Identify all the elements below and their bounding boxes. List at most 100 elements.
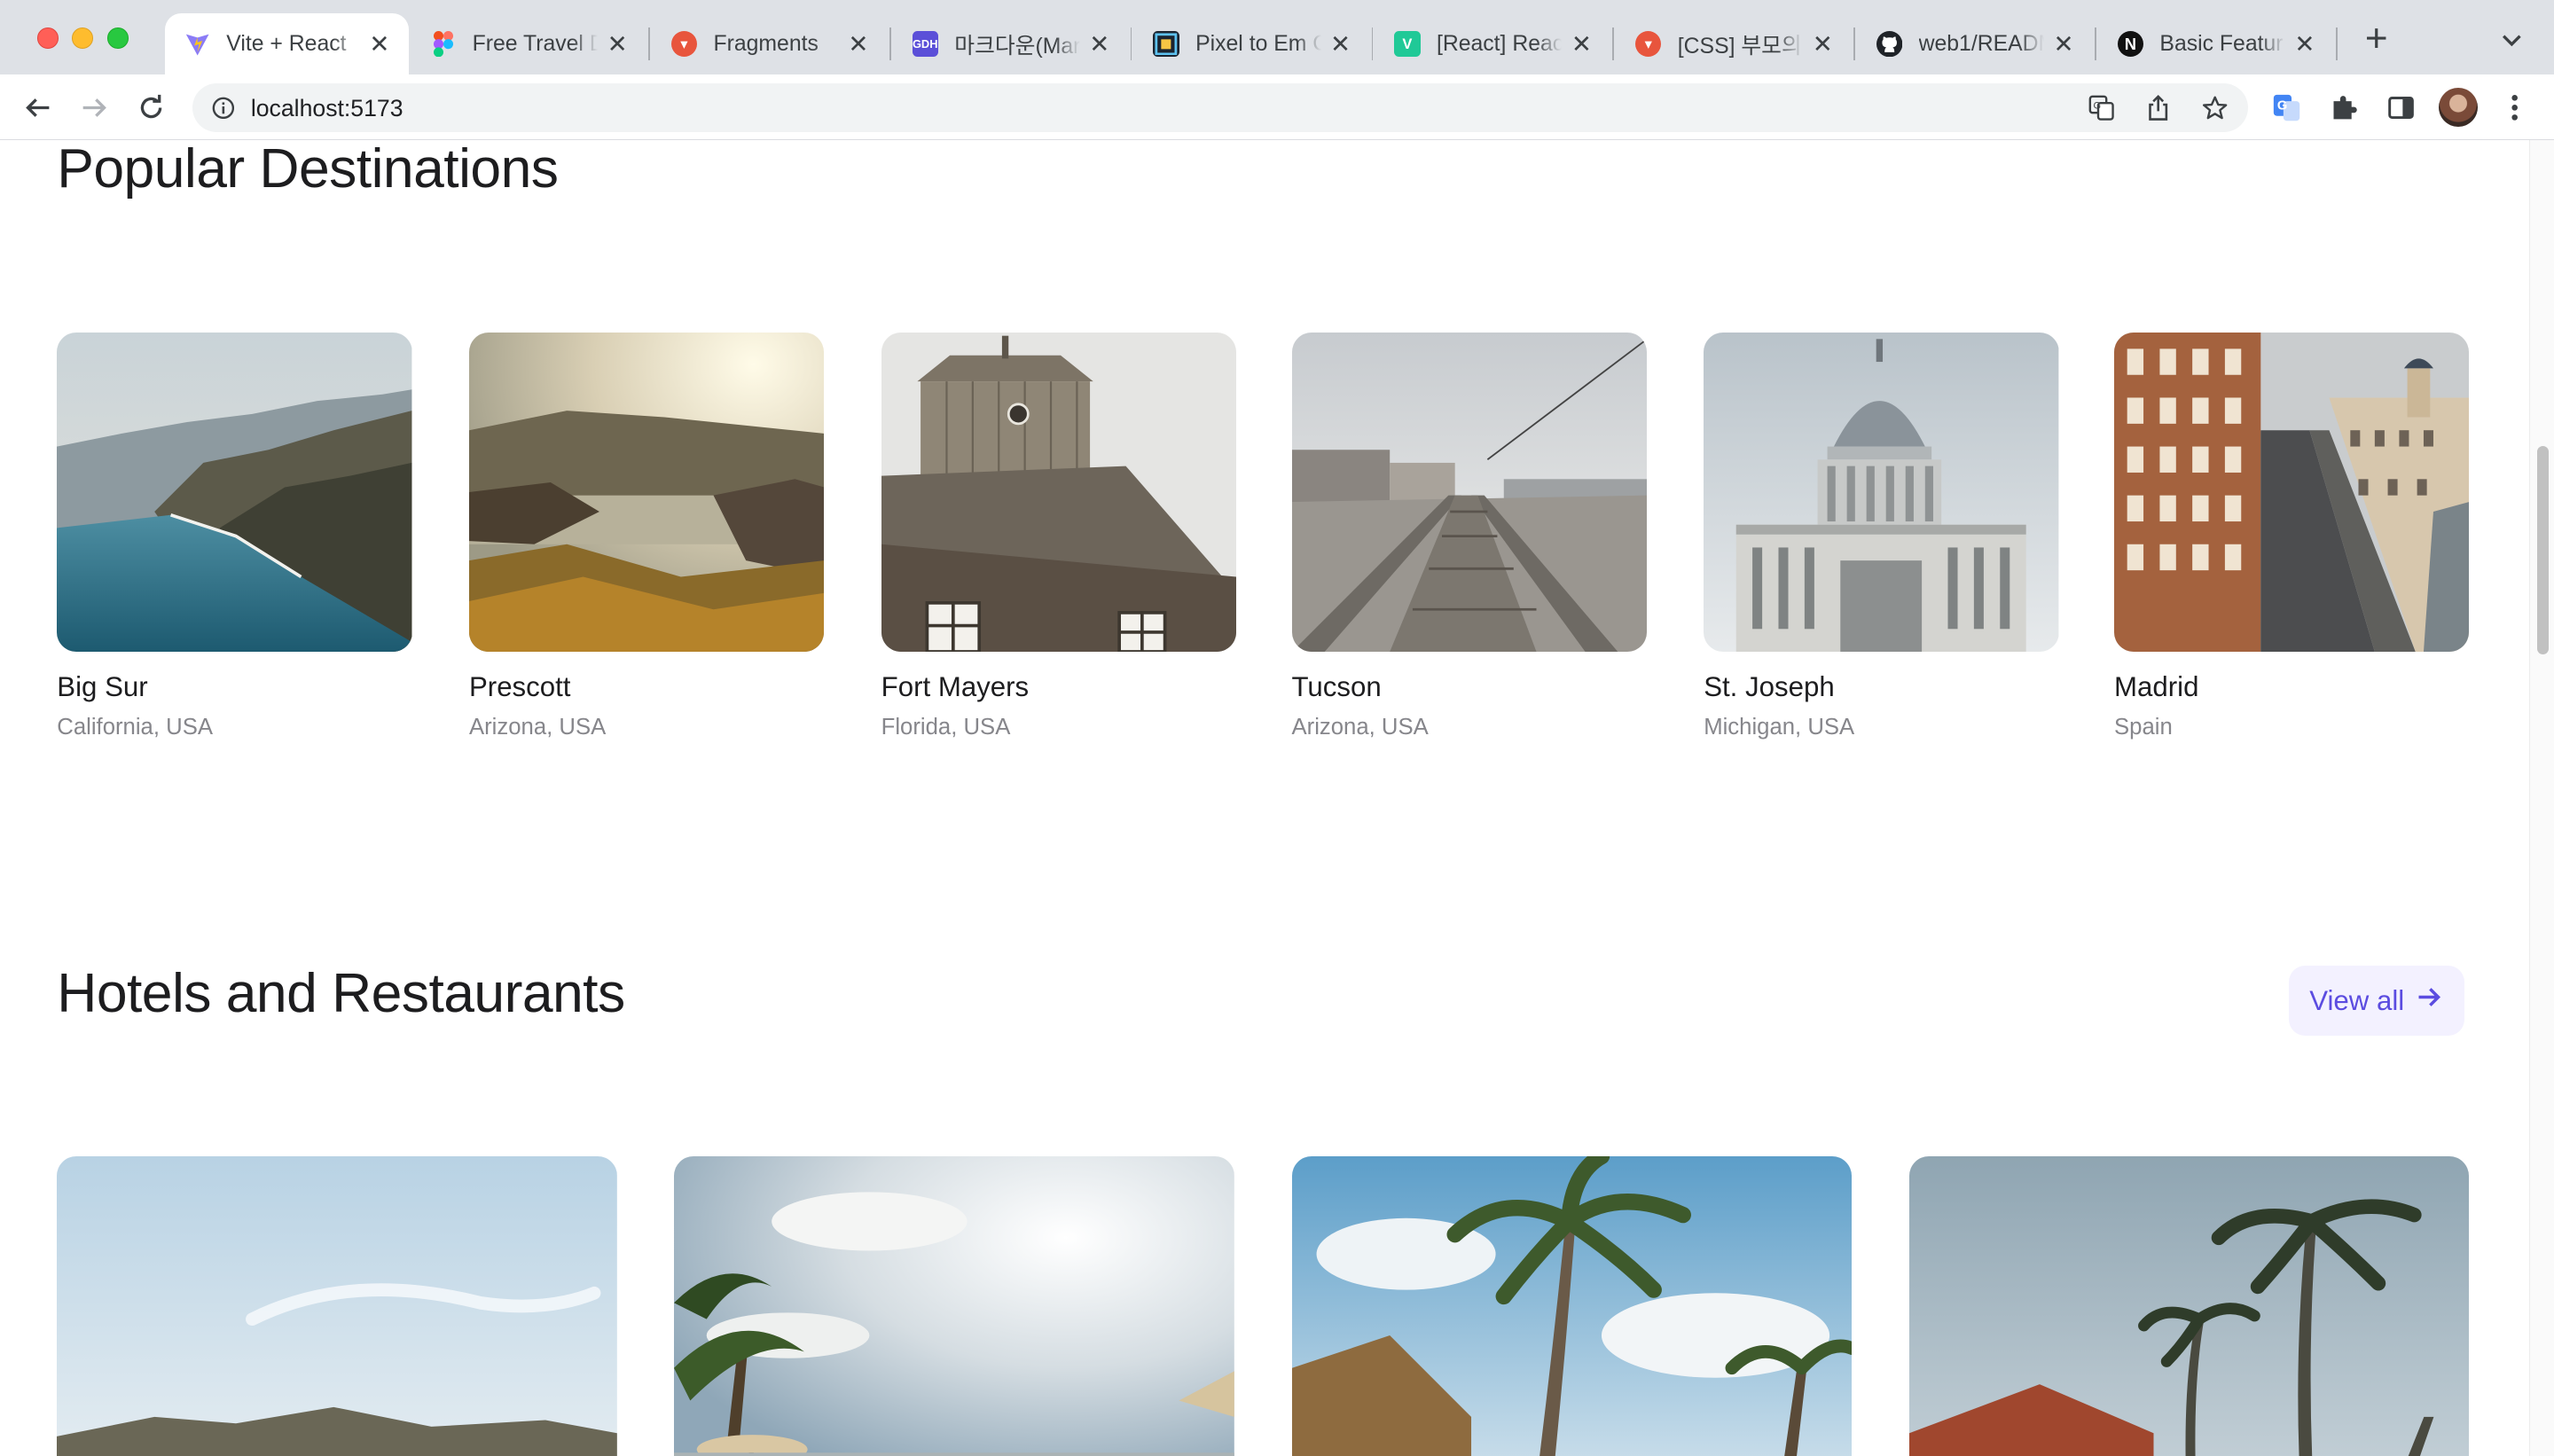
tab-markdown[interactable]: GDH 마크다운(Mark ✕	[893, 13, 1129, 75]
forward-arrow-icon[interactable]	[74, 88, 114, 127]
velog-icon: ▾	[670, 30, 698, 58]
hotel-card-photo[interactable]	[674, 1156, 1235, 1456]
bookmark-star-icon[interactable]	[2202, 95, 2228, 121]
gdh-icon: GDH	[912, 30, 938, 58]
destination-name: Fort Mayers	[881, 670, 1030, 702]
reload-icon[interactable]	[132, 88, 171, 127]
destination-photo[interactable]	[1704, 332, 2059, 652]
translate-icon[interactable]: G	[2088, 95, 2114, 121]
destination-card-fort-mayers[interactable]: Fort Mayers Florida, USA	[881, 332, 1237, 740]
minimize-window-button[interactable]	[71, 27, 93, 50]
destination-name: Madrid	[2114, 670, 2199, 702]
tab-label: Pixel to Em C	[1195, 31, 1321, 56]
destination-region: Spain	[2114, 714, 2173, 740]
destination-card-prescott[interactable]: Prescott Arizona, USA	[468, 332, 825, 740]
destination-photo[interactable]	[1291, 332, 1647, 652]
tab-label: Basic Featur	[2159, 31, 2284, 56]
svg-text:G: G	[2093, 100, 2101, 111]
tab-vite-react[interactable]: Vite + React ✕	[164, 12, 409, 75]
tab-github[interactable]: web1/READM ✕	[1857, 13, 2093, 75]
view-all-button[interactable]: View all	[2288, 966, 2464, 1037]
tab-divider	[889, 27, 891, 60]
page-content: Popular Destinations Big Sur California,…	[0, 139, 2530, 1456]
popular-destinations-heading: Popular Destinations	[57, 139, 559, 200]
tab-label: Free Travel D	[472, 31, 599, 56]
share-icon[interactable]	[2145, 94, 2171, 121]
destination-photo[interactable]	[468, 332, 825, 652]
close-icon[interactable]: ✕	[1569, 30, 1594, 59]
page-scrollbar[interactable]	[2529, 139, 2554, 1456]
address-bar[interactable]: localhost:5173 G	[192, 82, 2248, 132]
tab-label: web1/READM	[1918, 31, 2045, 56]
destination-photo[interactable]	[2114, 332, 2470, 652]
destination-region: Arizona, USA	[468, 714, 607, 740]
tab-fragments[interactable]: ▾ Fragments ✕	[652, 13, 888, 75]
close-icon[interactable]: ✕	[1328, 30, 1353, 59]
hotel-card-photo[interactable]	[57, 1156, 618, 1456]
tab-divider	[1130, 27, 1132, 60]
tab-free-travel[interactable]: Free Travel D ✕	[411, 13, 646, 75]
profile-avatar[interactable]	[2438, 88, 2478, 128]
hotel-card-photo[interactable]	[1908, 1156, 2470, 1456]
figma-icon	[430, 30, 456, 58]
tab-divider	[2094, 27, 2096, 60]
view-all-label: View all	[2309, 984, 2405, 1016]
destination-card-madrid[interactable]: Madrid Spain	[2114, 332, 2470, 740]
tab-css[interactable]: ▾ [CSS] 부모의 ✕	[1616, 13, 1852, 75]
destination-card-st-joseph[interactable]: St. Joseph Michigan, USA	[1704, 332, 2059, 740]
new-tab-button[interactable]: +	[2357, 19, 2396, 60]
tab-divider	[648, 27, 650, 60]
google-translate-extension-icon[interactable]: G	[2272, 93, 2301, 122]
more-menu-icon[interactable]	[2502, 91, 2527, 124]
tab-react[interactable]: V [React] Reac ✕	[1375, 13, 1610, 75]
tab-label: Vite + React	[226, 31, 347, 56]
scrollbar-thumb[interactable]	[2536, 446, 2549, 655]
destination-photo[interactable]	[57, 332, 412, 652]
arrow-right-icon	[2414, 982, 2443, 1019]
tab-label: [CSS] 부모의	[1677, 34, 1802, 59]
zoom-window-button[interactable]	[107, 27, 129, 50]
velog-v-icon: V	[1394, 30, 1421, 58]
url-text[interactable]: localhost:5173	[251, 95, 403, 122]
destination-region: Michigan, USA	[1704, 714, 1855, 740]
destination-region: California, USA	[57, 714, 213, 740]
close-icon[interactable]: ✕	[604, 30, 630, 59]
destination-name: Tucson	[1291, 670, 1382, 702]
tab-strip: Vite + React ✕ Free Travel D ✕ ▾ Fragmen…	[0, 0, 2554, 75]
side-panel-icon[interactable]	[2386, 93, 2416, 122]
tab-divider	[1371, 27, 1374, 60]
destination-card-big-sur[interactable]: Big Sur California, USA	[57, 332, 412, 740]
close-icon[interactable]: ✕	[2292, 30, 2317, 59]
tab-pixel-to-em[interactable]: Pixel to Em C ✕	[1133, 13, 1369, 75]
extensions-puzzle-icon[interactable]	[2329, 93, 2358, 122]
site-info-icon[interactable]	[212, 96, 235, 119]
close-icon[interactable]: ✕	[2050, 30, 2076, 59]
destination-card-tucson[interactable]: Tucson Arizona, USA	[1291, 332, 1647, 740]
destination-name: Prescott	[468, 670, 571, 702]
destination-photo[interactable]	[881, 332, 1237, 652]
close-icon[interactable]: ✕	[845, 30, 871, 59]
tab-label: 마크다운(Mark	[954, 34, 1080, 59]
tab-label: [React] Reac	[1436, 31, 1563, 56]
close-icon[interactable]: ✕	[366, 30, 392, 59]
tab-divider	[2335, 27, 2338, 60]
close-icon[interactable]: ✕	[1810, 30, 1836, 59]
close-window-button[interactable]	[37, 27, 59, 50]
svg-text:G: G	[2277, 98, 2287, 113]
tab-notion[interactable]: N Basic Featur ✕	[2098, 13, 2334, 75]
back-arrow-icon[interactable]	[18, 88, 57, 127]
destination-region: Florida, USA	[881, 714, 1011, 740]
destination-name: Big Sur	[57, 670, 148, 702]
hotels-restaurants-heading: Hotels and Restaurants	[57, 961, 625, 1024]
destination-region: Arizona, USA	[1291, 714, 1429, 740]
tab-divider	[1612, 27, 1615, 60]
tab-search-chevron-icon[interactable]	[2495, 23, 2528, 56]
pixel-converter-icon	[1153, 30, 1179, 58]
browser-toolbar: localhost:5173 G G	[0, 74, 2554, 140]
close-icon[interactable]: ✕	[1086, 30, 1112, 59]
hotel-card-photo[interactable]	[1291, 1156, 1853, 1456]
tab-label: Fragments	[713, 31, 819, 56]
notion-icon: N	[2117, 30, 2144, 58]
tab-divider	[1853, 27, 1855, 60]
vite-icon	[184, 31, 210, 57]
